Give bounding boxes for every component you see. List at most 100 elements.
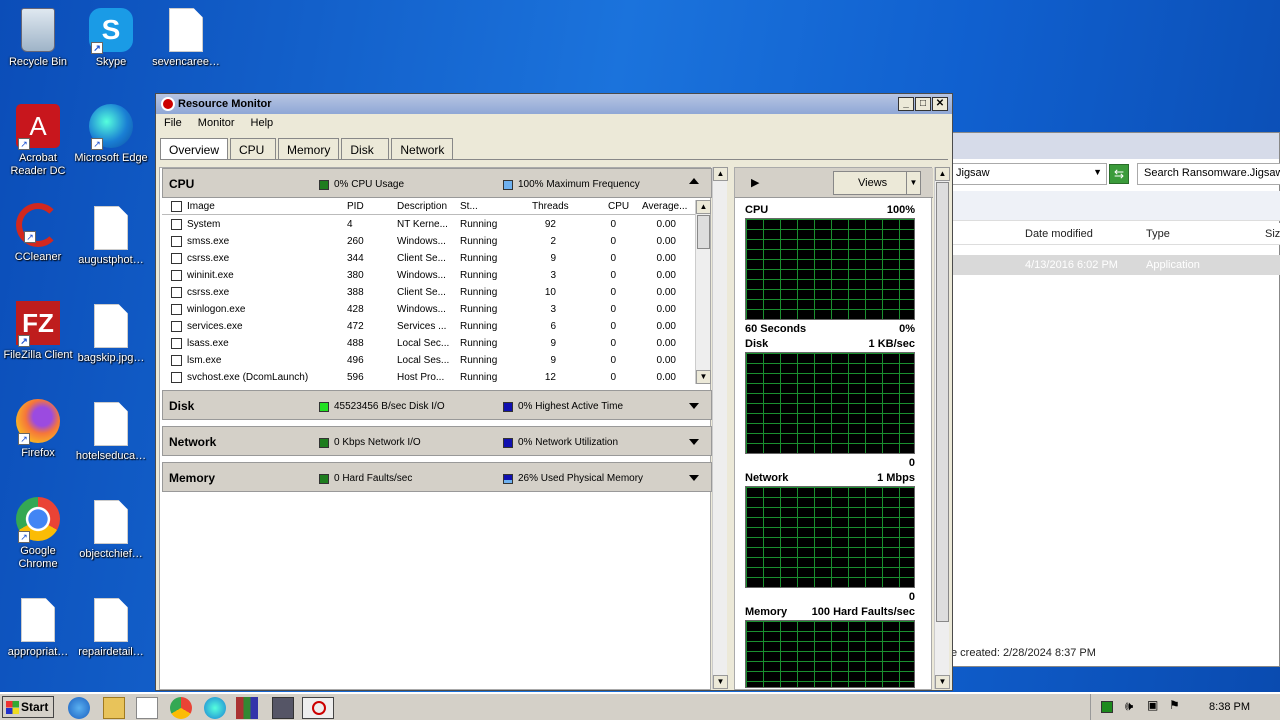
speaker-icon[interactable]: 🕪: [1125, 698, 1133, 714]
table-row[interactable]: services.exe 472 Services ... Running 6 0 0.00: [162, 319, 698, 336]
row-checkbox[interactable]: [171, 338, 182, 349]
cpu-section-header[interactable]: CPU 0% CPU Usage 100% Maximum Frequency: [162, 168, 712, 198]
collapse-icon[interactable]: [689, 178, 699, 184]
table-row[interactable]: smss.exe 260 Windows... Running 2 0 0.00: [162, 234, 698, 251]
table-row[interactable]: lsm.exe 496 Local Ses... Running 9 0 0.00: [162, 353, 698, 370]
address-bar[interactable]: Jigsaw ▼: [951, 163, 1107, 185]
tab-memory[interactable]: Memory: [278, 138, 340, 160]
column-cpu[interactable]: CPU: [608, 201, 629, 212]
table-row[interactable]: svchost.exe (DcomLaunch) 596 Host Pro... Ru…: [162, 370, 698, 387]
clock[interactable]: 8:38 PM: [1209, 701, 1250, 713]
minimize-button[interactable]: _: [898, 97, 914, 111]
column-threads[interactable]: Threads: [532, 201, 569, 212]
table-row[interactable]: lsass.exe 488 Local Sec... Running 9 0 0.00: [162, 336, 698, 353]
table-row[interactable]: winlogon.exe 428 Windows... Running 3 0 0.00: [162, 302, 698, 319]
maximize-button[interactable]: □: [915, 97, 931, 111]
expand-icon[interactable]: [689, 403, 699, 409]
table-row[interactable]: wininit.exe 380 Windows... Running 3 0 0.00: [162, 268, 698, 285]
disk-section-header[interactable]: Disk 45523456 B/sec Disk I/O 0% Highest …: [162, 390, 712, 420]
tab-cpu[interactable]: CPU: [230, 138, 277, 160]
tab-overview[interactable]: Overview: [160, 138, 229, 160]
desktop-icon-ccleaner[interactable]: ↗ CCleaner: [0, 203, 76, 264]
resource-monitor-window[interactable]: Resource Monitor _ □ ✕ File Monitor Help…: [155, 93, 953, 691]
column-size[interactable]: Size: [1265, 228, 1280, 240]
row-checkbox[interactable]: [171, 304, 182, 315]
desktop-icon-file[interactable]: repairdetail…: [73, 598, 149, 659]
chevron-down-icon[interactable]: ▼: [906, 172, 920, 194]
scroll-up-icon[interactable]: ▲: [696, 200, 711, 214]
task-manager-icon[interactable]: [272, 697, 294, 719]
row-checkbox[interactable]: [171, 236, 182, 247]
chrome-icon[interactable]: [170, 697, 192, 719]
menu-file[interactable]: File: [164, 117, 182, 129]
scroll-down-icon[interactable]: ▼: [713, 675, 728, 689]
graphs-scrollbar[interactable]: ▲ ▼: [934, 167, 950, 689]
table-row[interactable]: System 4 NT Kerne... Running 92 0 0.00: [162, 217, 698, 234]
scroll-up-icon[interactable]: ▲: [713, 167, 728, 181]
row-checkbox[interactable]: [171, 287, 182, 298]
resource-monitor-task-button[interactable]: [302, 697, 334, 719]
flag-icon[interactable]: ⚑: [1169, 698, 1180, 712]
desktop-icon-file[interactable]: objectchief…: [73, 500, 149, 561]
explorer-window[interactable]: Jigsaw ▼ ⇆ Search Ransomware.Jigsaw Date…: [950, 132, 1280, 667]
monitor-tray-icon[interactable]: [1101, 701, 1113, 713]
close-button[interactable]: ✕: [932, 97, 948, 111]
desktop-icon-recycle-bin[interactable]: Recycle Bin: [0, 8, 76, 69]
network-icon[interactable]: ▣: [1147, 698, 1158, 712]
play-icon[interactable]: ▶: [751, 176, 759, 189]
views-button[interactable]: Views ▼: [833, 171, 921, 195]
refresh-icon[interactable]: ⇆: [1109, 164, 1129, 184]
column-description[interactable]: Description: [397, 201, 447, 212]
memory-section-header[interactable]: Memory 0 Hard Faults/sec 26% Used Physic…: [162, 462, 712, 492]
start-button[interactable]: Start: [2, 696, 54, 718]
row-checkbox[interactable]: [171, 355, 182, 366]
desktop-icon-filezilla[interactable]: FZ ↗ FileZilla Client: [0, 301, 76, 362]
tab-disk[interactable]: Disk: [341, 138, 390, 160]
winrar-icon[interactable]: [236, 697, 258, 719]
scroll-thumb[interactable]: [697, 215, 710, 249]
process-scrollbar[interactable]: ▲ ▼: [695, 200, 711, 384]
overview-scrollbar[interactable]: ▲ ▼: [712, 167, 728, 689]
desktop-icon-edge[interactable]: ↗ Microsoft Edge: [73, 104, 149, 165]
desktop-icon-firefox[interactable]: ↗ Firefox: [0, 399, 76, 460]
titlebar[interactable]: Resource Monitor _ □ ✕: [156, 94, 952, 114]
desktop-icon-chrome[interactable]: ↗ Google Chrome: [0, 497, 76, 571]
select-all-checkbox[interactable]: [171, 201, 182, 212]
row-checkbox[interactable]: [171, 219, 182, 230]
desktop-icon-acrobat[interactable]: A ↗ Acrobat Reader DC: [0, 104, 76, 178]
edge-icon[interactable]: [204, 697, 226, 719]
column-type[interactable]: Type: [1146, 228, 1170, 240]
column-date-modified[interactable]: Date modified: [1025, 228, 1093, 240]
column-image[interactable]: Image: [187, 201, 215, 212]
menu-monitor[interactable]: Monitor: [198, 117, 235, 129]
menu-help[interactable]: Help: [251, 117, 274, 129]
expand-icon[interactable]: [689, 475, 699, 481]
explorer-titlebar[interactable]: [951, 133, 1279, 159]
row-checkbox[interactable]: [171, 321, 182, 332]
scroll-thumb[interactable]: [936, 182, 949, 622]
scroll-up-icon[interactable]: ▲: [935, 167, 950, 181]
table-row[interactable]: csrss.exe 388 Client Se... Running 10 0 0.00: [162, 285, 698, 302]
scroll-down-icon[interactable]: ▼: [935, 675, 950, 689]
desktop-icon-file[interactable]: bagskip.jpg…: [73, 304, 149, 365]
media-player-icon[interactable]: [136, 697, 158, 719]
search-input[interactable]: Search Ransomware.Jigsaw: [1137, 163, 1280, 185]
internet-explorer-icon[interactable]: [68, 697, 90, 719]
network-section-header[interactable]: Network 0 Kbps Network I/O 0% Network Ut…: [162, 426, 712, 456]
desktop-icon-file[interactable]: appropriat…: [0, 598, 76, 659]
file-explorer-icon[interactable]: [103, 697, 125, 719]
row-checkbox[interactable]: [171, 372, 182, 383]
row-checkbox[interactable]: [171, 253, 182, 264]
file-row[interactable]: 4/13/2016 6:02 PM Application: [951, 255, 1280, 275]
desktop-icon-file[interactable]: hotelseduca…: [73, 402, 149, 463]
row-checkbox[interactable]: [171, 270, 182, 281]
expand-icon[interactable]: [689, 439, 699, 445]
desktop-icon-file[interactable]: sevencaree…: [148, 8, 224, 69]
table-row[interactable]: csrss.exe 344 Client Se... Running 9 0 0.00: [162, 251, 698, 268]
desktop-icon-file[interactable]: augustphot…: [73, 206, 149, 267]
scroll-down-icon[interactable]: ▼: [696, 370, 711, 384]
column-average-cpu[interactable]: Average...: [642, 201, 687, 212]
chevron-down-icon[interactable]: ▼: [1093, 167, 1102, 177]
column-pid[interactable]: PID: [347, 201, 364, 212]
desktop-icon-skype[interactable]: S ↗ Skype: [73, 8, 149, 69]
